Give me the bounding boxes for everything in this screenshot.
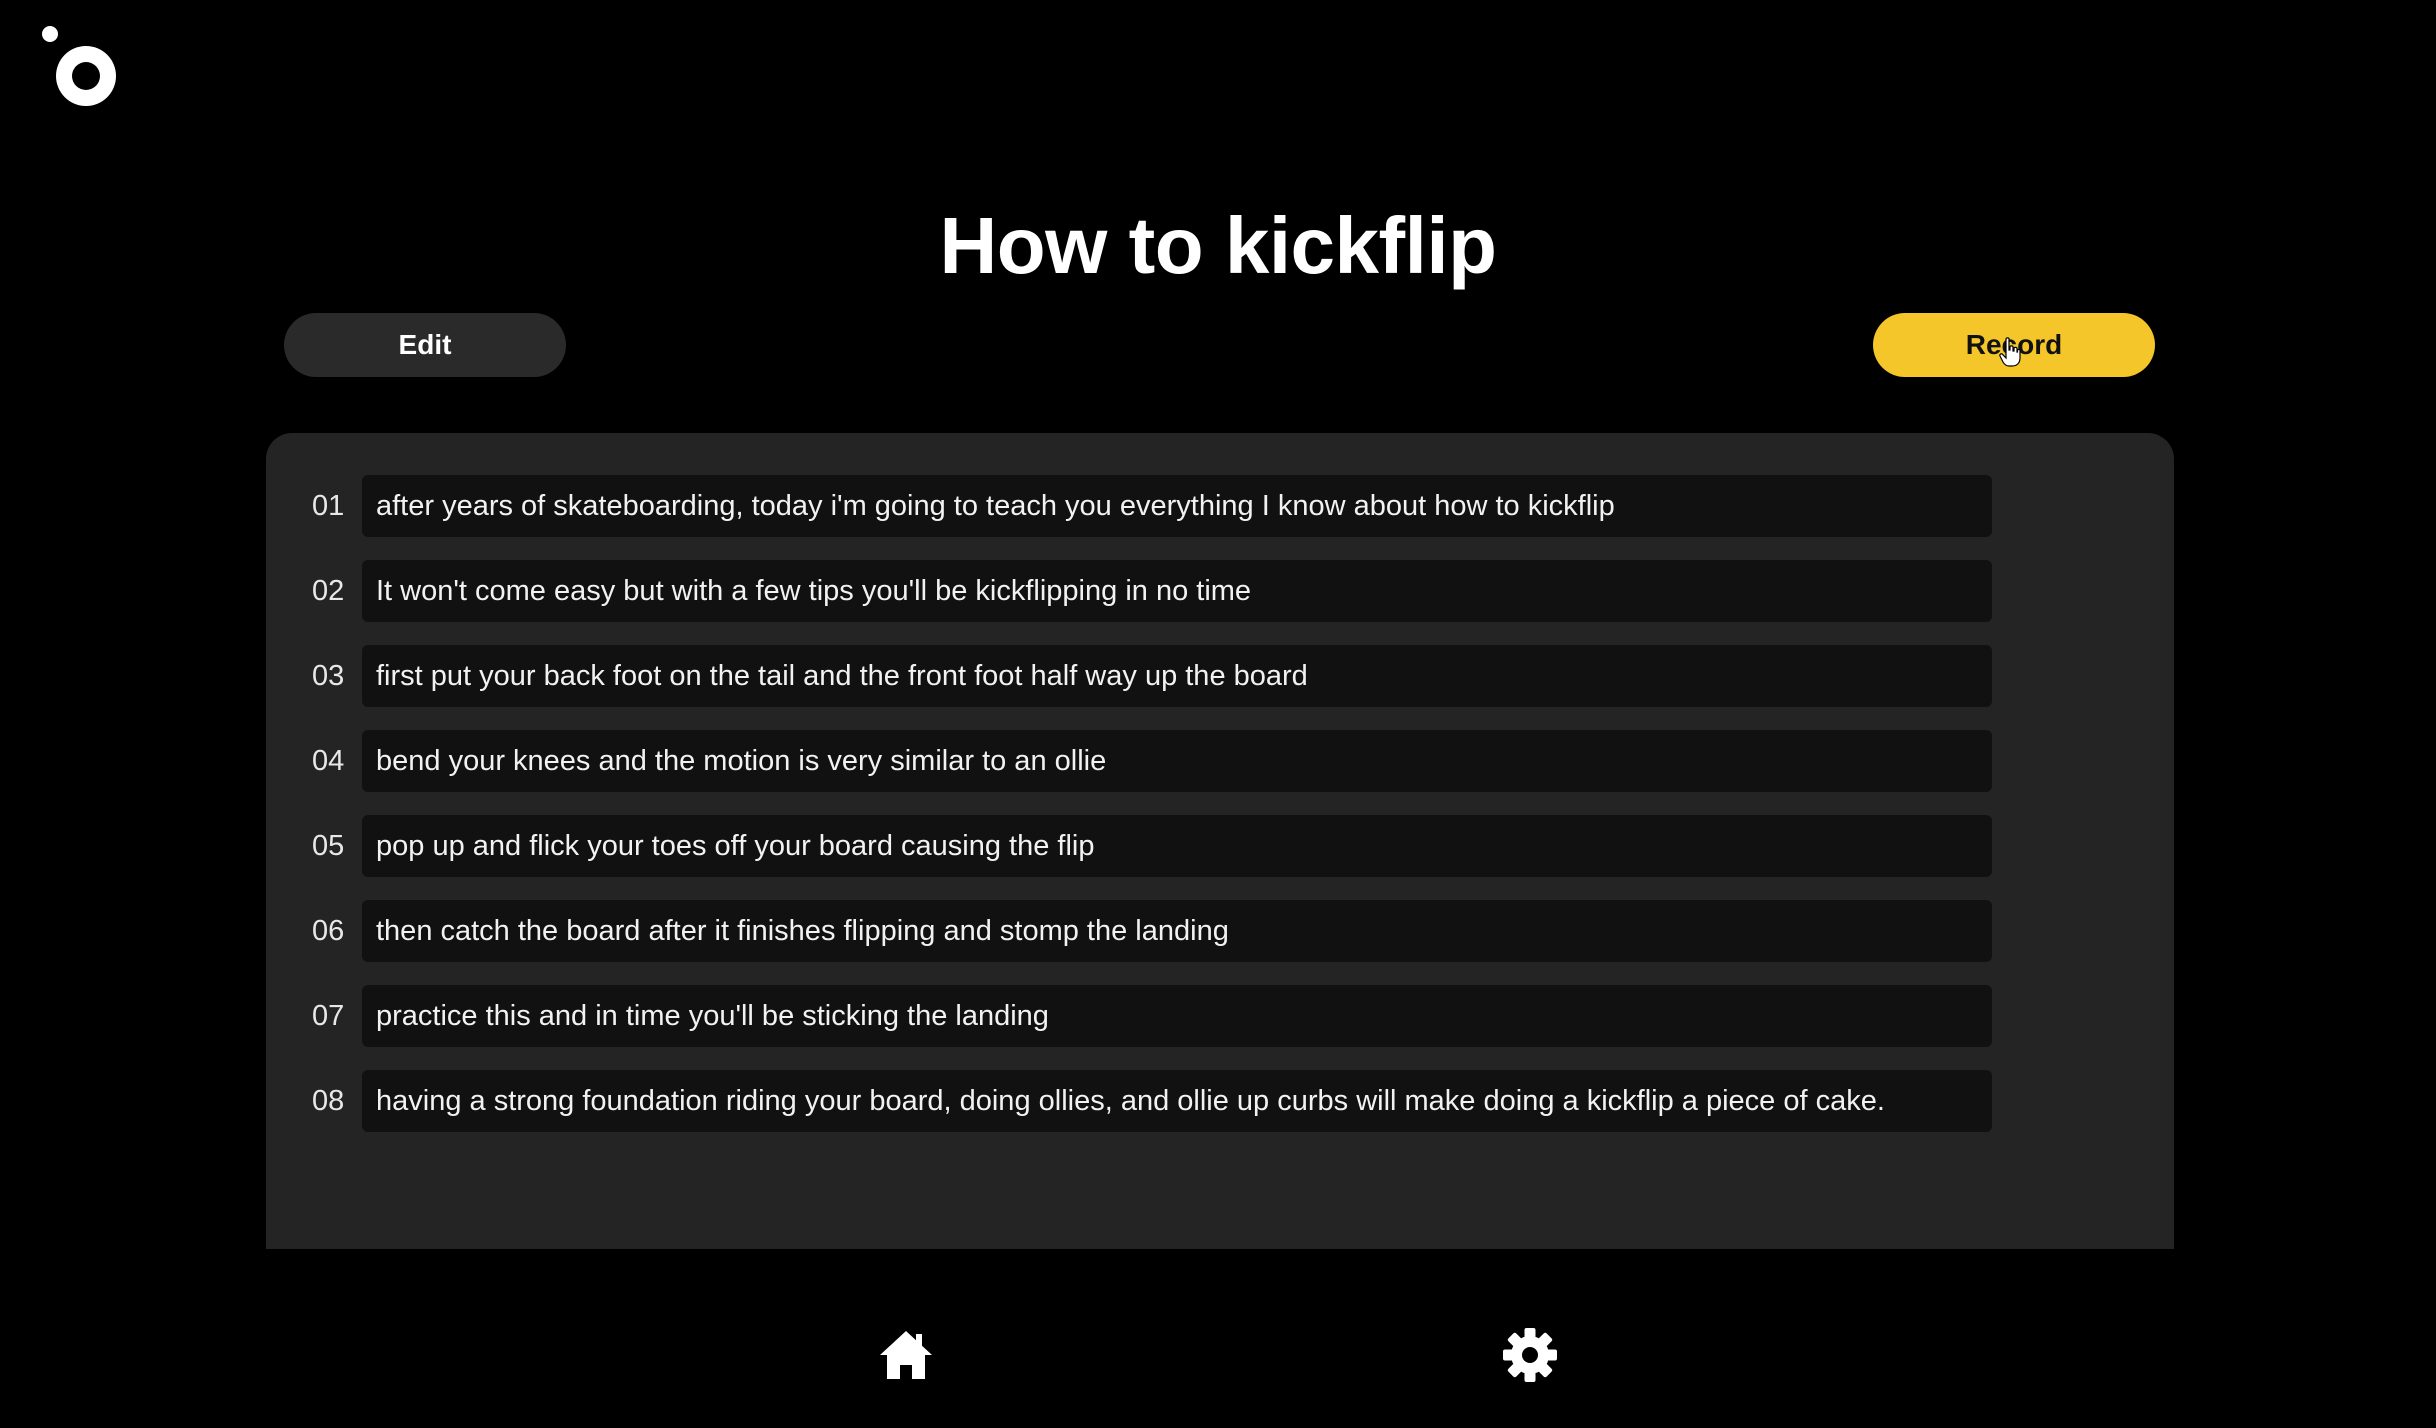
edit-button[interactable]: Edit bbox=[284, 313, 566, 377]
line-text[interactable]: bend your knees and the motion is very s… bbox=[362, 730, 1992, 792]
script-line[interactable]: 05 pop up and flick your toes off your b… bbox=[296, 815, 1992, 877]
script-line[interactable]: 01 after years of skateboarding, today i… bbox=[296, 475, 1992, 537]
script-line[interactable]: 06 then catch the board after it finishe… bbox=[296, 900, 1992, 962]
script-line[interactable]: 02 It won't come easy but with a few tip… bbox=[296, 560, 1992, 622]
line-number: 06 bbox=[312, 914, 345, 947]
line-number: 08 bbox=[312, 1084, 345, 1117]
gear-icon[interactable] bbox=[1500, 1325, 1560, 1385]
line-number: 02 bbox=[312, 574, 345, 607]
line-text[interactable]: having a strong foundation riding your b… bbox=[362, 1070, 1992, 1132]
line-number: 01 bbox=[312, 489, 345, 522]
line-text[interactable]: practice this and in time you'll be stic… bbox=[362, 985, 1992, 1047]
script-line[interactable]: 03 first put your back foot on the tail … bbox=[296, 645, 1992, 707]
line-number: 04 bbox=[312, 744, 345, 777]
app-logo[interactable] bbox=[38, 20, 128, 120]
app-window: How to kickflip Edit Record 01 after yea… bbox=[0, 0, 2436, 1428]
script-line[interactable]: 04 bend your knees and the motion is ver… bbox=[296, 730, 1992, 792]
page-title: How to kickflip bbox=[939, 201, 1498, 290]
line-text[interactable]: first put your back foot on the tail and… bbox=[362, 645, 1992, 707]
line-number: 07 bbox=[312, 999, 345, 1032]
script-panel: 01 after years of skateboarding, today i… bbox=[266, 433, 2174, 1249]
line-text[interactable]: It won't come easy but with a few tips y… bbox=[362, 560, 1992, 622]
script-line[interactable]: 08 having a strong foundation riding you… bbox=[296, 1070, 1992, 1132]
home-icon[interactable] bbox=[876, 1325, 936, 1385]
line-text[interactable]: then catch the board after it finishes f… bbox=[362, 900, 1992, 962]
hand-cursor-icon bbox=[1999, 337, 2021, 367]
line-number: 03 bbox=[312, 659, 345, 692]
line-text[interactable]: after years of skateboarding, today i'm … bbox=[362, 475, 1992, 537]
line-text[interactable]: pop up and flick your toes off your boar… bbox=[362, 815, 1992, 877]
line-number: 05 bbox=[312, 829, 345, 862]
script-line[interactable]: 07 practice this and in time you'll be s… bbox=[296, 985, 1992, 1047]
